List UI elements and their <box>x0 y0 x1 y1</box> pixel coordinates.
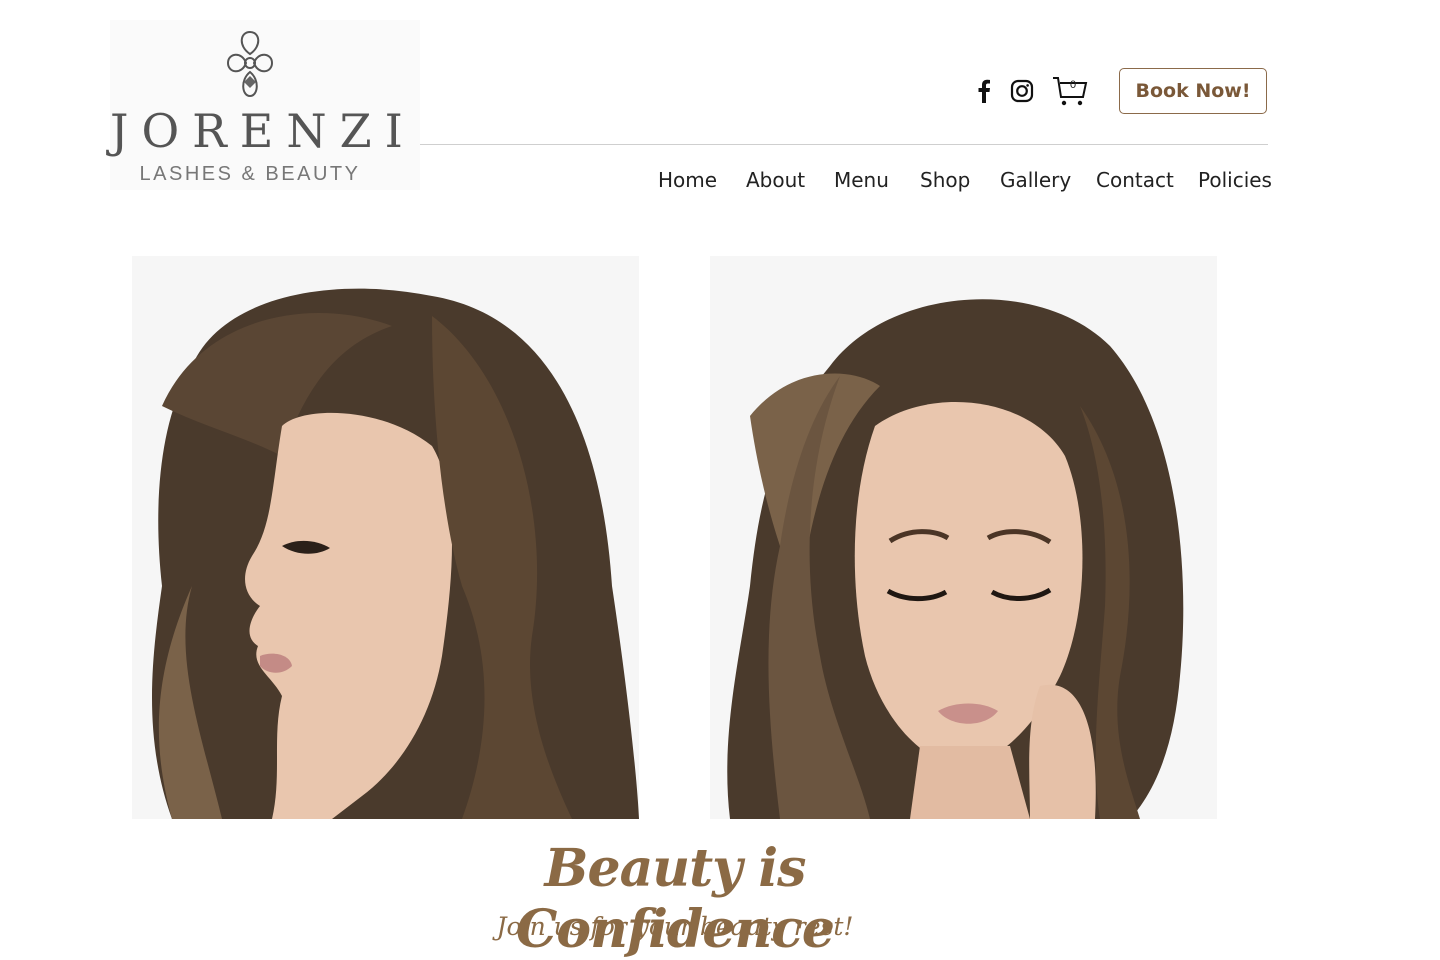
hero-headline: Beauty is Confidence <box>516 838 835 960</box>
logo-knot-icon <box>226 30 274 98</box>
hero-subline: Join us for your beauty rest! <box>496 912 854 941</box>
nav-item-menu[interactable]: Menu <box>834 168 889 192</box>
logo-tagline: LASHES & BEAUTY <box>139 163 361 185</box>
logo-name: JORENZI <box>110 104 416 158</box>
site-logo[interactable]: JORENZI LASHES & BEAUTY <box>110 20 420 190</box>
nav-item-shop[interactable]: Shop <box>920 168 970 192</box>
nav-item-contact[interactable]: Contact <box>1096 168 1174 192</box>
nav-item-home[interactable]: Home <box>658 168 717 192</box>
hero-photo-profile <box>132 256 639 819</box>
nav-item-gallery[interactable]: Gallery <box>1000 168 1071 192</box>
header-divider <box>420 144 1268 145</box>
nav-item-about[interactable]: About <box>746 168 805 192</box>
facebook-icon[interactable] <box>972 78 996 104</box>
hero-photo-front <box>710 256 1217 819</box>
cart-count: 0 <box>1069 79 1077 91</box>
instagram-icon[interactable] <box>1008 77 1036 105</box>
book-now-button[interactable]: Book Now! <box>1119 68 1267 114</box>
nav-item-policies[interactable]: Policies <box>1198 168 1272 192</box>
